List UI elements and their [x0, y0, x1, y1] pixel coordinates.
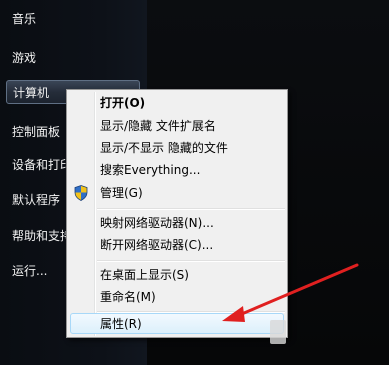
start-item-help-support[interactable]: 帮助和支持 [12, 228, 72, 244]
ctx-item-open[interactable]: 打开(O) [100, 93, 145, 113]
ctx-item-toggle-extensions[interactable]: 显示/隐藏 文件扩展名 [100, 116, 216, 136]
ctx-separator [97, 260, 285, 262]
context-menu-gutter [94, 92, 96, 336]
cursor-icon [270, 320, 286, 344]
ctx-item-toggle-hidden-files[interactable]: 显示/不显示 隐藏的文件 [100, 138, 228, 158]
start-item-run[interactable]: 运行... [12, 263, 47, 279]
start-item-control-panel[interactable]: 控制面板 [12, 124, 60, 140]
ctx-separator [97, 208, 285, 210]
start-item-default-programs[interactable]: 默认程序 [12, 192, 60, 208]
context-menu: 打开(O) 显示/隐藏 文件扩展名 显示/不显示 隐藏的文件 搜索Everyth… [66, 89, 288, 338]
uac-shield-icon [74, 185, 88, 201]
start-item-devices-printers[interactable]: 设备和打印 [12, 157, 72, 173]
ctx-item-manage[interactable]: 管理(G) [100, 183, 143, 203]
start-item-music[interactable]: 音乐 [12, 11, 36, 27]
ctx-item-map-network-drive[interactable]: 映射网络驱动器(N)... [100, 213, 214, 233]
ctx-item-rename[interactable]: 重命名(M) [100, 287, 156, 307]
ctx-item-properties[interactable]: 属性(R) [100, 314, 142, 334]
ctx-item-disconnect-network-drive[interactable]: 断开网络驱动器(C)... [100, 235, 213, 255]
desktop-screenshot: 音乐 游戏 计算机 控制面板 设备和打印 默认程序 帮助和支持 运行... 打开… [0, 0, 389, 365]
ctx-item-search-everything[interactable]: 搜索Everything... [100, 160, 200, 180]
start-item-games[interactable]: 游戏 [12, 50, 36, 66]
ctx-item-show-on-desktop[interactable]: 在桌面上显示(S) [100, 265, 189, 285]
ctx-separator [97, 311, 285, 313]
